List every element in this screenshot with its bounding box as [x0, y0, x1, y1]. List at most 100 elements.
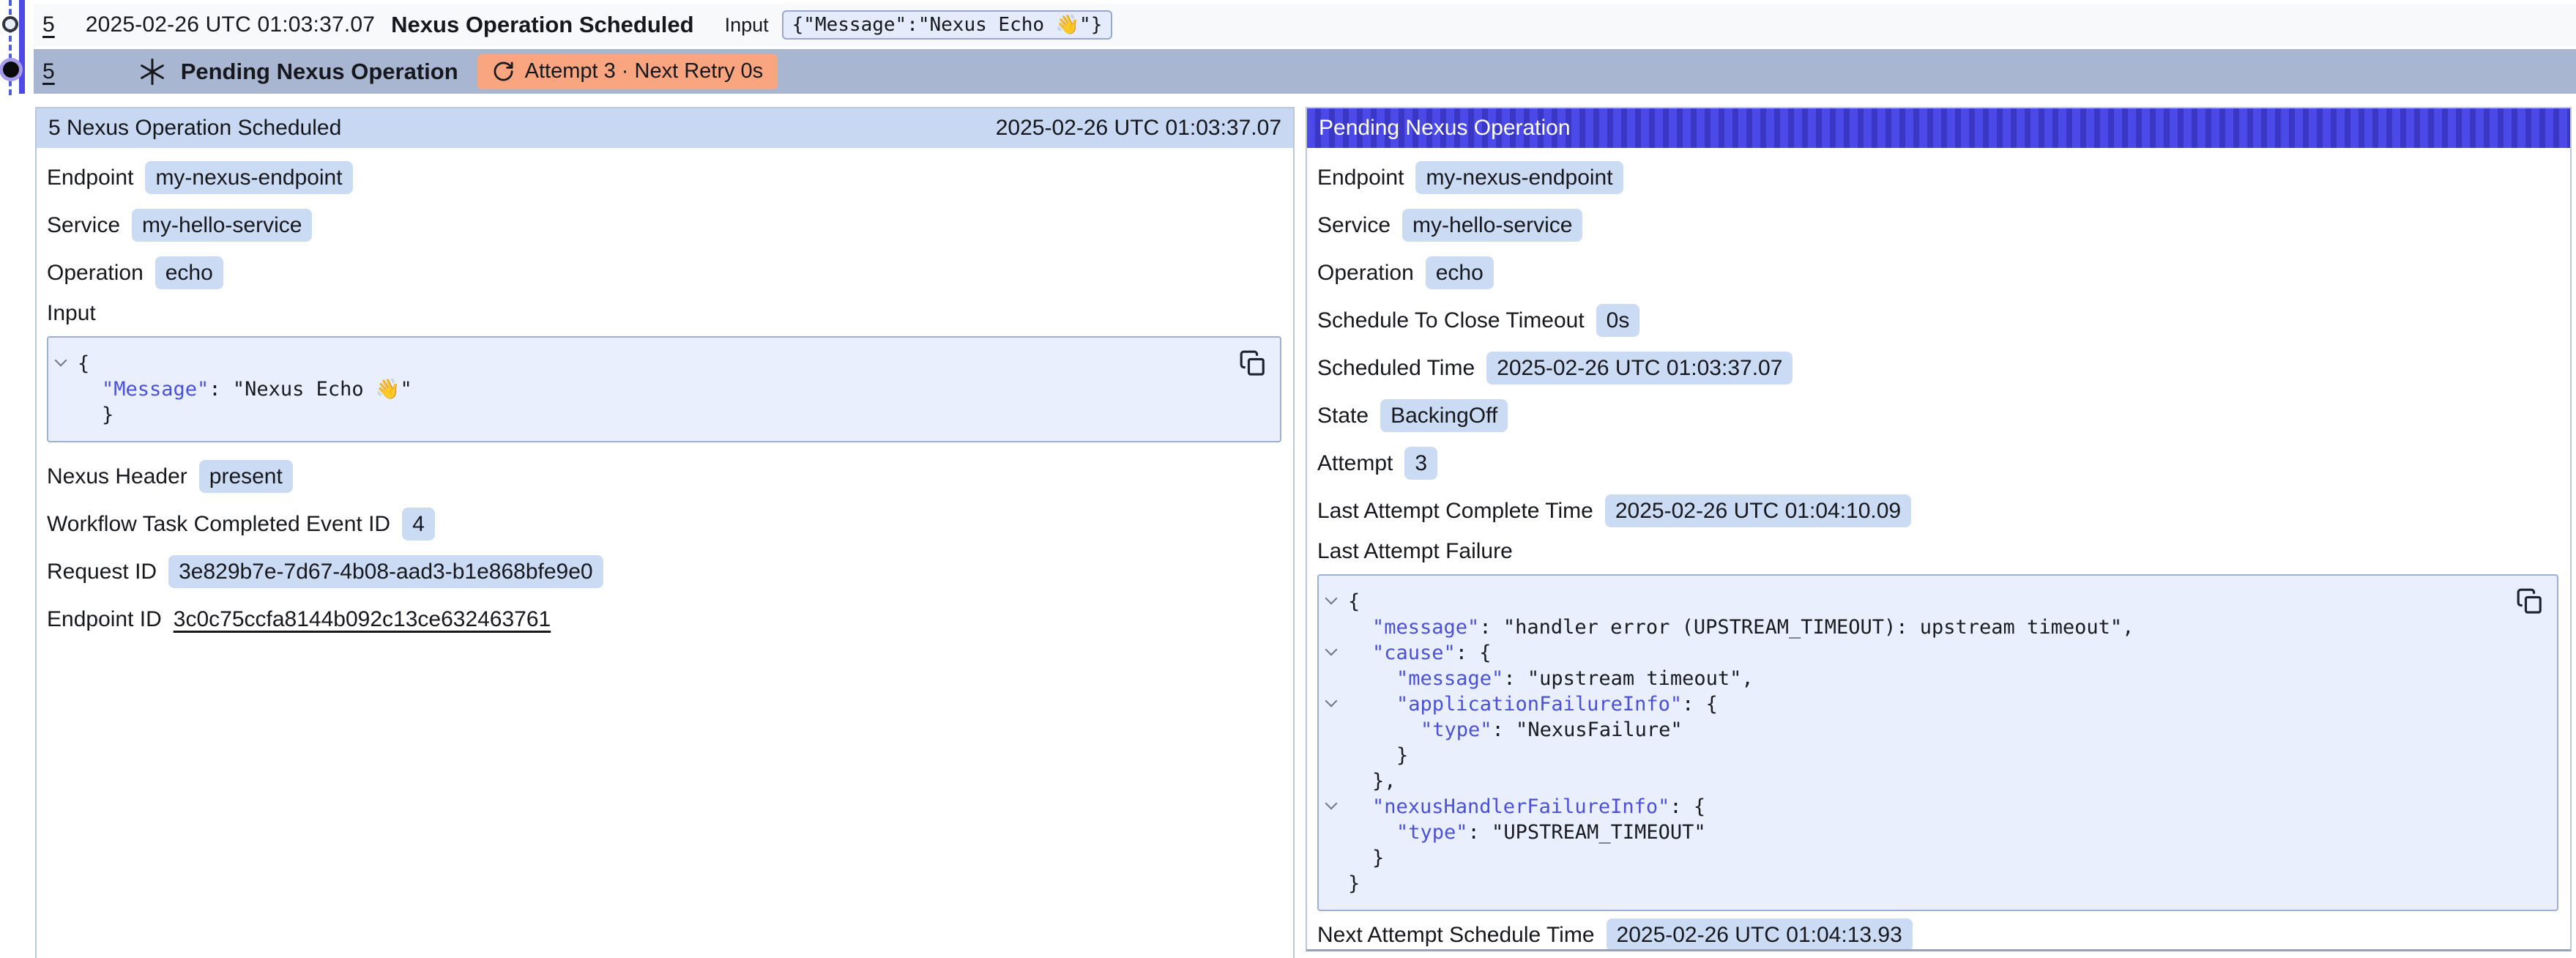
json-key: "type" [1421, 718, 1492, 741]
field-value-badge: echo [1426, 256, 1494, 289]
field-label: Workflow Task Completed Event ID [47, 512, 390, 537]
field-row: Service my-hello-service [47, 201, 1281, 249]
event-node-icon[interactable] [2, 16, 18, 32]
field-label: State [1317, 404, 1369, 428]
field-value-badge: my-hello-service [132, 209, 312, 242]
asterisk-icon [137, 56, 168, 87]
json-line: "type": "NexusFailure" [1319, 717, 2506, 743]
field-value-badge: 0s [1596, 304, 1640, 337]
json-line: } [1319, 845, 2506, 871]
json-line: "cause": { [1319, 640, 2506, 666]
field-row: Last Attempt Complete Time2025-02-26 UTC… [1317, 487, 2558, 535]
json-line: { [1319, 589, 2506, 614]
input-json-block: { "Message": "Nexus Echo 👋"} [47, 336, 1281, 442]
selected-event-node-icon[interactable] [3, 62, 19, 78]
event-row-scheduled[interactable]: 5 2025-02-26 UTC 01:03:37.07 Nexus Opera… [34, 4, 2576, 46]
event-input-label: Input [725, 14, 769, 37]
field-value-badge: 4 [402, 508, 435, 541]
json-text: } [1396, 744, 1408, 767]
json-line: "message": "handler error (UPSTREAM_TIME… [1319, 614, 2506, 640]
json-text: : { [1682, 693, 1718, 716]
json-key: "Message" [102, 378, 209, 401]
scheduled-event-panel: 5 Nexus Operation Scheduled 2025-02-26 U… [35, 107, 1295, 958]
field-label: Operation [1317, 261, 1414, 286]
field-value-badge: 2025-02-26 UTC 01:03:37.07 [1486, 352, 1793, 385]
field-label: Operation [47, 261, 144, 286]
json-line: } [1319, 871, 2506, 896]
field-row: Operation echo [1317, 249, 2558, 297]
scheduled-panel-title: 5 Nexus Operation Scheduled [48, 116, 341, 141]
timeline-active-bar [19, 0, 25, 94]
field-row: Service my-hello-service [1317, 201, 2558, 249]
field-row: Attempt 3 [1317, 439, 2558, 487]
json-key: "applicationFailureInfo" [1396, 693, 1682, 716]
json-text: : { [1456, 642, 1492, 664]
scheduled-panel-header: 5 Nexus Operation Scheduled 2025-02-26 U… [37, 108, 1293, 148]
json-key: "nexusHandlerFailureInfo" [1372, 795, 1669, 818]
field-row: Nexus Headerpresent [47, 453, 1281, 500]
field-label: Next Attempt Schedule Time [1317, 923, 1595, 948]
input-block-label: Input [47, 297, 1281, 329]
json-line: } [48, 402, 1229, 428]
copy-icon[interactable] [1239, 348, 1267, 379]
field-row: Request ID 3e829b7e-7d67-4b08-aad3-b1e868… [47, 548, 1281, 595]
collapse-chevron-icon[interactable] [1325, 593, 1338, 605]
field-label: Service [1317, 213, 1391, 238]
json-text: : "upstream timeout", [1503, 667, 1753, 690]
json-line: } [1319, 743, 2506, 768]
json-line: { [48, 351, 1229, 376]
field-value-badge: my-nexus-endpoint [1415, 161, 1623, 194]
attempt-badge-text: Attempt 3 · Next Retry 0s [525, 59, 764, 83]
event-title: Nexus Operation Scheduled [391, 12, 693, 38]
json-line: "message": "upstream timeout", [1319, 666, 2506, 691]
json-key: "message" [1396, 667, 1503, 690]
field-label: Request ID [47, 560, 157, 584]
field-label: Service [47, 213, 120, 238]
event-row-pending[interactable]: 5 Pending Nexus Operation Attempt 3 · Ne… [34, 49, 2576, 94]
json-text: : { [1669, 795, 1705, 818]
field-value-badge: 3e829b7e-7d67-4b08-aad3-b1e868bfe9e0 [168, 555, 603, 588]
pending-id-link[interactable]: 5 [42, 59, 55, 84]
event-detail-panels: 5 Nexus Operation Scheduled 2025-02-26 U… [35, 107, 2572, 957]
json-text: }, [1372, 770, 1396, 792]
json-text: : "Nexus Echo 👋" [209, 378, 412, 401]
field-label: Endpoint [47, 166, 133, 190]
field-label: Attempt [1317, 451, 1393, 476]
json-line: "type": "UPSTREAM_TIMEOUT" [1319, 820, 2506, 845]
copy-icon[interactable] [2516, 586, 2544, 617]
collapse-chevron-icon[interactable] [1325, 644, 1338, 656]
json-text: } [1348, 872, 1360, 895]
collapse-chevron-icon[interactable] [1325, 798, 1338, 810]
field-value-badge: BackingOff [1380, 399, 1508, 432]
field-row: Schedule To Close Timeout 0s [1317, 297, 2558, 344]
retry-icon [492, 60, 515, 83]
field-label: Schedule To Close Timeout [1317, 308, 1585, 333]
failure-block-label: Last Attempt Failure [1317, 535, 2558, 567]
field-value-badge: 2025-02-26 UTC 01:04:10.09 [1605, 494, 1911, 527]
json-key: "cause" [1372, 642, 1456, 664]
field-value-link[interactable]: 3c0c75ccfa8144b092c13ce632463761 [174, 607, 551, 632]
json-line: }, [1319, 768, 2506, 794]
field-row: Workflow Task Completed Event ID 4 [47, 500, 1281, 548]
field-row: Scheduled Time 2025-02-26 UTC 01:03:37.07 [1317, 344, 2558, 392]
timeline-dashed-line [9, 0, 12, 95]
json-text: : "handler error (UPSTREAM_TIMEOUT): ups… [1479, 616, 2134, 639]
json-text: { [78, 352, 89, 375]
json-text: : "UPSTREAM_TIMEOUT" [1468, 821, 1706, 844]
collapse-chevron-icon[interactable] [55, 354, 67, 367]
field-value-badge: 3 [1404, 447, 1437, 480]
scheduled-panel-timestamp: 2025-02-26 UTC 01:03:37.07 [996, 116, 1281, 141]
pending-operation-panel: Pending Nexus Operation Endpointmy-nexus… [1306, 107, 2572, 951]
collapse-chevron-icon[interactable] [1325, 695, 1338, 708]
pending-panel-header: Pending Nexus Operation [1307, 108, 2570, 148]
json-line: "nexusHandlerFailureInfo": { [1319, 794, 2506, 820]
field-value-badge: my-hello-service [1402, 209, 1582, 242]
attempt-retry-badge: Attempt 3 · Next Retry 0s [477, 54, 778, 89]
field-row: Endpointmy-nexus-endpoint [47, 154, 1281, 201]
event-id-link[interactable]: 5 [42, 12, 55, 37]
pending-title: Pending Nexus Operation [181, 59, 458, 85]
field-label: Nexus Header [47, 464, 187, 489]
field-value-badge: echo [155, 256, 223, 289]
field-value-badge: 2025-02-26 UTC 01:04:13.93 [1607, 918, 1913, 951]
field-label: Scheduled Time [1317, 356, 1475, 381]
